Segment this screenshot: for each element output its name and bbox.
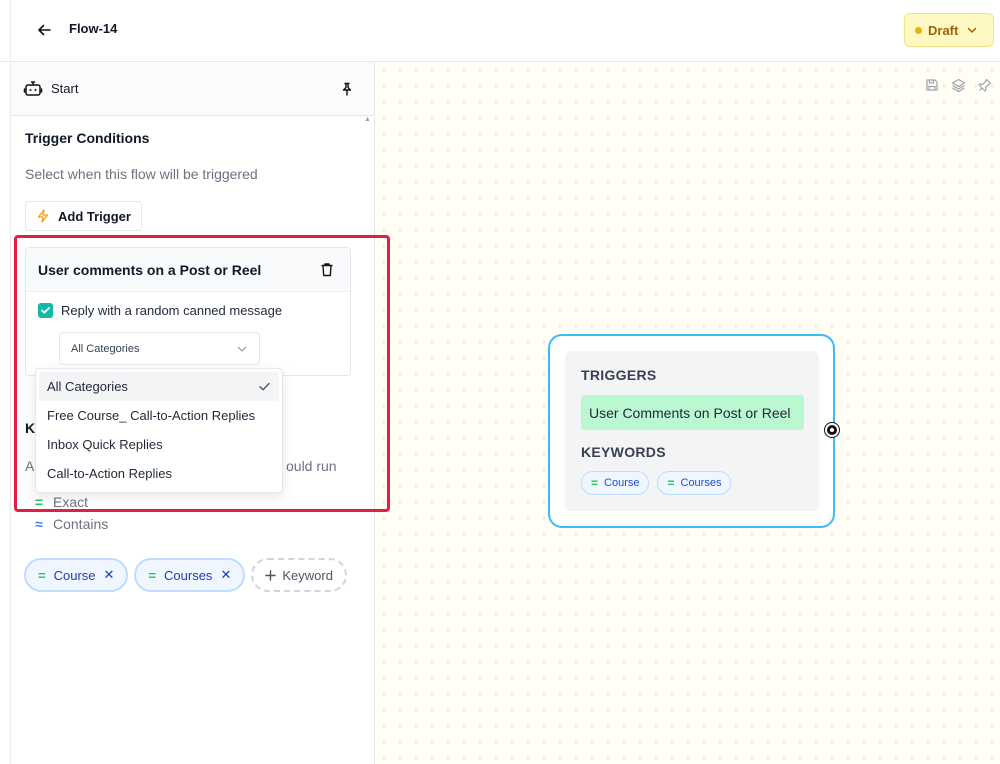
add-keyword-label: Keyword (282, 567, 333, 583)
add-keyword-button[interactable]: Keyword (251, 558, 347, 592)
canvas-toolbar (925, 78, 992, 92)
node-keyword-chip: = Course (581, 471, 650, 495)
arrow-left-icon (38, 24, 51, 36)
scroll-up-arrow[interactable]: ▲ (364, 116, 372, 124)
dropdown-option-label: Free Course_ Call-to-Action Replies (47, 408, 256, 423)
dropdown-option-label: Call-to-Action Replies (47, 466, 172, 481)
trigger-conditions-subtitle: Select when this flow will be triggered (25, 166, 258, 182)
keyword-chip[interactable]: = Course ✕ (24, 558, 129, 592)
start-node-body: TRIGGERS User Comments on Post or Reel K… (565, 351, 819, 511)
equals-icon: = (148, 567, 157, 583)
random-reply-checkbox[interactable] (38, 303, 53, 318)
category-select-value: All Categories (71, 342, 140, 355)
approx-equals-icon: ≈ (35, 516, 43, 532)
node-output-handle[interactable] (825, 423, 839, 437)
node-keyword-chip: = Courses (657, 471, 732, 495)
checkmark-icon (41, 307, 50, 314)
panel-node-label: Start (51, 81, 79, 96)
node-settings-panel: Start ▲ Trigger Conditions Select when t… (11, 62, 375, 764)
top-bar: Flow-14 Draft (0, 0, 1000, 764)
keyword-chips: = Course ✕ = Courses ✕ Keyword (24, 558, 347, 592)
equals-icon: = (38, 567, 46, 583)
save-icon[interactable] (925, 78, 939, 92)
status-label: Draft (928, 22, 959, 38)
equals-icon: = (591, 476, 599, 490)
keyword-chip[interactable]: = Courses ✕ (134, 558, 246, 592)
node-trigger-item: User Comments on Post or Reel (581, 395, 804, 430)
dropdown-option[interactable]: All Categories (39, 372, 279, 401)
category-select[interactable]: All Categories (59, 332, 260, 365)
add-trigger-label: Add Trigger (58, 208, 131, 224)
keywords-title: K (25, 420, 36, 436)
trigger-card-header: User comments on a Post or Reel (26, 248, 350, 292)
trigger-card: User comments on a Post or Reel Reply wi… (25, 247, 351, 376)
match-type-exact-label: Exact (53, 494, 89, 510)
lightning-icon (37, 209, 49, 223)
keyword-chip-label: Course (53, 567, 96, 583)
add-trigger-button[interactable]: Add Trigger (25, 201, 142, 231)
check-icon (258, 380, 271, 393)
start-node[interactable]: TRIGGERS User Comments on Post or Reel K… (548, 334, 835, 528)
close-icon[interactable]: ✕ (220, 567, 231, 583)
dropdown-option[interactable]: Inbox Quick Replies (39, 430, 279, 459)
chevron-down-icon (236, 343, 248, 355)
plus-icon (265, 569, 277, 581)
keyword-chip-label: Courses (164, 567, 213, 583)
pin-icon[interactable] (340, 82, 354, 96)
keywords-subtitle-end: ould run (286, 458, 337, 474)
chevron-down-icon (966, 24, 978, 36)
close-icon[interactable]: ✕ (104, 567, 115, 583)
node-keywords-heading: KEYWORDS (581, 444, 666, 460)
status-dropdown-button[interactable]: Draft (904, 13, 994, 47)
dropdown-option-label: Inbox Quick Replies (47, 437, 163, 452)
equals-icon: = (34, 494, 44, 510)
status-dot-icon (915, 26, 922, 34)
match-type-contains[interactable]: ≈ Contains (33, 516, 108, 532)
bot-icon (23, 79, 43, 99)
dropdown-option[interactable]: Free Course_ Call-to-Action Replies (39, 401, 279, 430)
random-reply-option: Reply with a random canned message (38, 303, 282, 318)
trigger-conditions-title: Trigger Conditions (25, 130, 150, 146)
dropdown-option-label: All Categories (47, 379, 128, 394)
category-dropdown-menu: All Categories Free Course_ Call-to-Acti… (35, 368, 283, 493)
dropdown-option[interactable]: Call-to-Action Replies (39, 459, 279, 488)
back-button[interactable] (34, 20, 54, 40)
keywords-subtitle-start: A (25, 458, 35, 474)
node-triggers-heading: TRIGGERS (581, 367, 657, 383)
match-type-exact[interactable]: = Exact (33, 494, 88, 510)
panel-header: Start (11, 62, 374, 116)
match-type-contains-label: Contains (53, 516, 109, 532)
node-keyword-chip-label: Course (604, 477, 640, 489)
node-keyword-chip-label: Courses (680, 477, 722, 489)
trigger-card-title: User comments on a Post or Reel (38, 261, 262, 278)
pin-icon[interactable] (978, 78, 992, 92)
keywords-subtitle: A ould run (25, 458, 337, 474)
node-keyword-chips: = Course = Courses (581, 471, 732, 495)
layers-icon[interactable] (951, 78, 966, 92)
trash-icon[interactable] (320, 262, 334, 277)
random-reply-label: Reply with a random canned message (61, 303, 283, 318)
equals-icon: = (667, 476, 675, 490)
flow-title: Flow-14 (69, 21, 118, 36)
flow-canvas[interactable]: TRIGGERS User Comments on Post or Reel K… (376, 62, 1000, 764)
